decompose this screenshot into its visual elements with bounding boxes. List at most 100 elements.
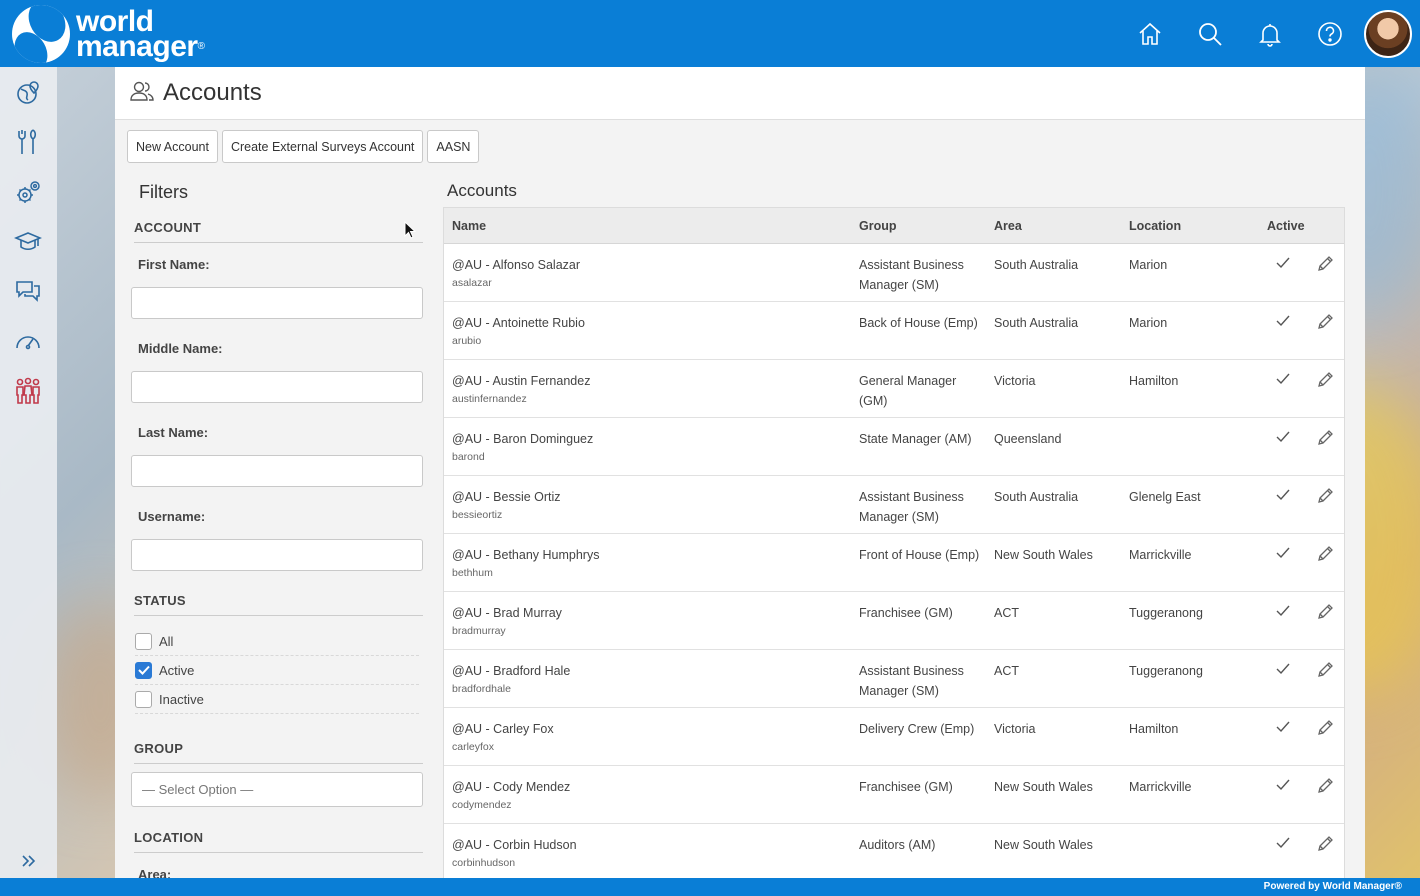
account-name[interactable]: @AU - Alfonso Salazar: [452, 255, 580, 275]
account-area: New South Wales: [994, 838, 1093, 852]
account-name[interactable]: @AU - Bessie Ortiz: [452, 487, 561, 507]
table-row[interactable]: @AU - Corbin Hudson corbinhudson Auditor…: [444, 824, 1344, 878]
home-icon[interactable]: [1120, 0, 1180, 67]
logo-text: world manager®: [76, 4, 205, 63]
checkmark-icon: [1274, 312, 1292, 330]
pencil-edit-icon[interactable]: [1316, 254, 1334, 272]
account-area: New South Wales: [994, 548, 1093, 562]
status-option-active[interactable]: Active: [135, 656, 419, 685]
speedometer-icon[interactable]: [14, 327, 42, 355]
table-row[interactable]: @AU - Bradford Hale bradfordhale Assista…: [444, 650, 1344, 708]
left-nav: [0, 67, 57, 878]
account-name[interactable]: @AU - Brad Murray: [452, 603, 562, 623]
checkbox[interactable]: [135, 632, 152, 650]
group-section-header: GROUP: [134, 741, 423, 764]
create-external-surveys-account-button[interactable]: Create External Surveys Account: [221, 130, 424, 163]
users-icon: [129, 79, 155, 108]
help-icon[interactable]: [1300, 0, 1360, 67]
account-name[interactable]: @AU - Austin Fernandez: [452, 371, 590, 391]
pencil-edit-icon[interactable]: [1316, 660, 1334, 678]
checkmark-icon: [1274, 544, 1292, 562]
account-name[interactable]: @AU - Bethany Humphrys: [452, 545, 599, 565]
account-group: Franchisee (GM): [859, 780, 953, 794]
account-group: Assistant Business Manager (SM): [859, 258, 964, 292]
checkmark-icon: [1274, 486, 1292, 504]
user-avatar[interactable]: [1364, 9, 1412, 58]
checkmark-icon: [1274, 428, 1292, 446]
group-select[interactable]: — Select Option —: [131, 772, 423, 807]
checkmark-icon: [1274, 660, 1292, 678]
gears-icon[interactable]: [14, 178, 42, 206]
account-name[interactable]: @AU - Corbin Hudson: [452, 835, 577, 855]
account-name[interactable]: @AU - Cody Mendez: [452, 777, 570, 797]
checkbox[interactable]: [135, 690, 152, 708]
pencil-edit-icon[interactable]: [1316, 428, 1334, 446]
account-location: Tuggeranong: [1129, 664, 1203, 678]
filters-title: Filters: [139, 182, 188, 202]
account-username: barond: [452, 451, 485, 463]
location-section-header: LOCATION: [134, 830, 423, 853]
account-area: ACT: [994, 606, 1019, 620]
search-icon[interactable]: [1180, 0, 1240, 67]
account-name[interactable]: @AU - Antoinette Rubio: [452, 313, 585, 333]
pencil-edit-icon[interactable]: [1316, 486, 1334, 504]
col-location[interactable]: Location: [1129, 219, 1181, 233]
tools-icon[interactable]: [14, 128, 42, 156]
status-option-inactive[interactable]: Inactive: [135, 685, 419, 714]
table-row[interactable]: @AU - Brad Murray bradmurray Franchisee …: [444, 592, 1344, 650]
col-group[interactable]: Group: [859, 219, 897, 233]
account-name[interactable]: @AU - Carley Fox: [452, 719, 554, 739]
pencil-edit-icon[interactable]: [1316, 776, 1334, 794]
account-group: Assistant Business Manager (SM): [859, 664, 964, 698]
expand-chevrons-icon[interactable]: [14, 847, 42, 875]
col-area[interactable]: Area: [994, 219, 1022, 233]
powered-by-text: Powered by World Manager®: [1263, 881, 1402, 892]
account-username: corbinhudson: [452, 857, 516, 869]
account-name[interactable]: @AU - Baron Dominguez: [452, 429, 593, 449]
pencil-edit-icon[interactable]: [1316, 370, 1334, 388]
pencil-edit-icon[interactable]: [1316, 312, 1334, 330]
account-username: bethhum: [452, 567, 493, 579]
username-input[interactable]: [131, 539, 423, 571]
table-row[interactable]: @AU - Cody Mendez codymendez Franchisee …: [444, 766, 1344, 824]
pencil-edit-icon[interactable]: [1316, 544, 1334, 562]
pencil-edit-icon[interactable]: [1316, 834, 1334, 852]
table-row[interactable]: @AU - Carley Fox carleyfox Delivery Crew…: [444, 708, 1344, 766]
middle-name-input[interactable]: [131, 371, 423, 403]
table-row[interactable]: @AU - Bessie Ortiz bessieortiz Assistant…: [444, 476, 1344, 534]
logo-mark-icon: [12, 4, 70, 63]
pencil-edit-icon[interactable]: [1316, 602, 1334, 620]
table-row[interactable]: @AU - Antoinette Rubio arubio Back of Ho…: [444, 302, 1344, 360]
status-option-all[interactable]: All: [135, 627, 419, 656]
table-row[interactable]: @AU - Alfonso Salazar asalazar Assistant…: [444, 244, 1344, 302]
col-active[interactable]: Active: [1267, 219, 1305, 233]
account-area: Queensland: [994, 432, 1062, 446]
chat-bubbles-icon[interactable]: [14, 277, 42, 305]
graduation-cap-icon[interactable]: [14, 228, 42, 256]
checkmark-icon: [1274, 254, 1292, 272]
checkbox-checked[interactable]: [135, 661, 152, 679]
last-name-input[interactable]: [131, 455, 423, 487]
table-row[interactable]: @AU - Bethany Humphrys bethhum Front of …: [444, 534, 1344, 592]
account-username: bradfordhale: [452, 683, 511, 695]
table-row[interactable]: @AU - Austin Fernandez austinfernandez G…: [444, 360, 1344, 418]
account-group: State Manager (AM): [859, 432, 972, 446]
mouse-cursor-icon: [404, 221, 416, 239]
account-group: Auditors (AM): [859, 838, 936, 852]
account-section-header: ACCOUNT: [134, 220, 423, 243]
account-username: carleyfox: [452, 741, 495, 753]
first-name-input[interactable]: [131, 287, 423, 319]
account-name[interactable]: @AU - Bradford Hale: [452, 661, 570, 681]
new-account-button[interactable]: New Account: [127, 130, 218, 163]
col-name[interactable]: Name: [452, 219, 486, 233]
last-name-label: Last Name:: [138, 425, 209, 440]
bell-icon[interactable]: [1240, 0, 1300, 67]
page-title: Accounts: [163, 79, 262, 106]
table-row[interactable]: @AU - Baron Dominguez barond State Manag…: [444, 418, 1344, 476]
world-manager-logo[interactable]: world manager®: [12, 4, 205, 63]
globe-pin-icon[interactable]: [14, 79, 42, 107]
aasn-button[interactable]: AASN: [427, 130, 480, 163]
pencil-edit-icon[interactable]: [1316, 718, 1334, 736]
people-icon[interactable]: [14, 377, 42, 405]
account-location: Hamilton: [1129, 722, 1179, 736]
